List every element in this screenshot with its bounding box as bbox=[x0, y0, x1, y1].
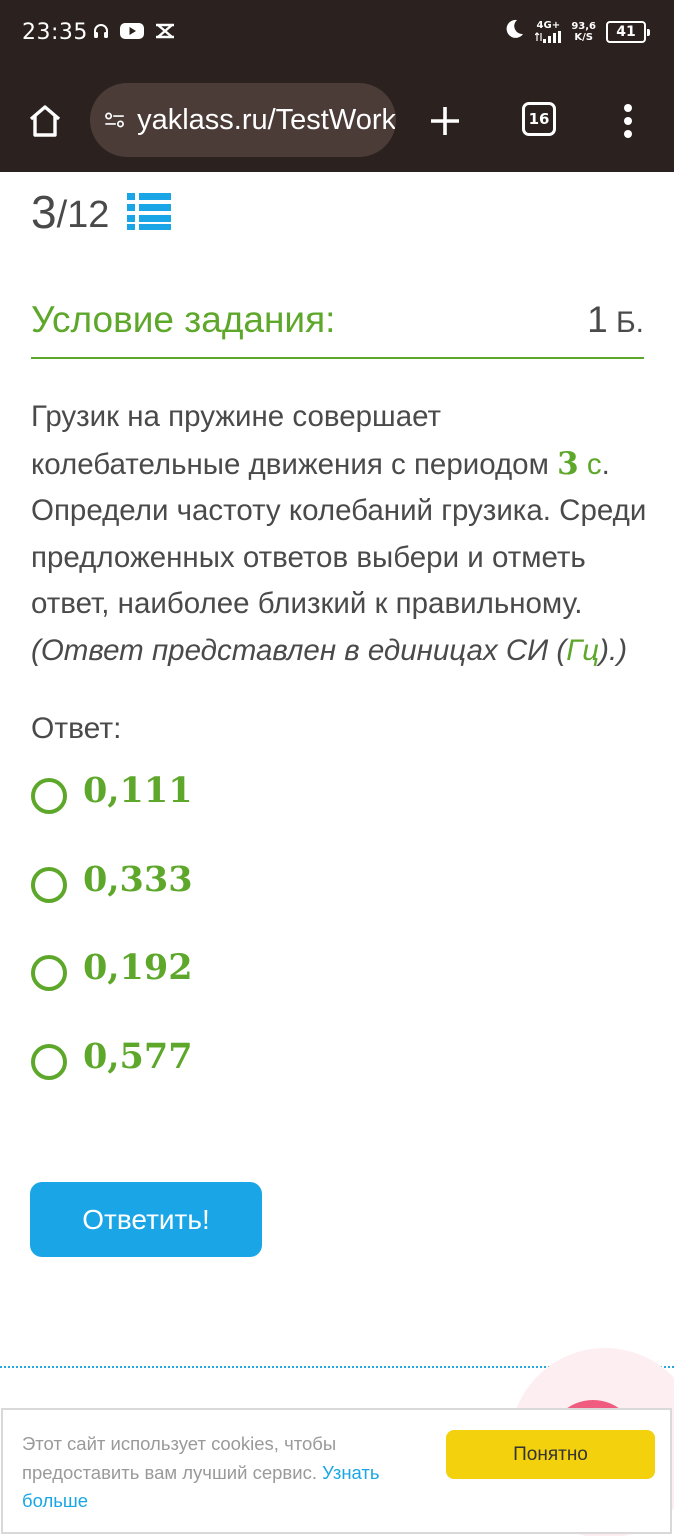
speed-value: 93,6 bbox=[571, 20, 596, 32]
battery-icon: 41 bbox=[606, 20, 650, 43]
period-unit: с bbox=[578, 447, 602, 481]
more-vert-icon bbox=[624, 104, 632, 138]
cookie-text: Этот сайт использует cookies, чтобы пред… bbox=[22, 1430, 422, 1516]
option-value[interactable]: 0,192 bbox=[83, 947, 193, 988]
question-list-icon[interactable] bbox=[127, 191, 172, 236]
answer-option[interactable]: 0,111 bbox=[31, 770, 193, 859]
task-points: 1 Б. bbox=[587, 299, 644, 341]
option-value[interactable]: 0,333 bbox=[83, 859, 193, 900]
signal-icon: 4G+ bbox=[535, 19, 562, 43]
unit-note-start: (Ответ представлен в единицах СИ ( bbox=[31, 633, 567, 667]
progress-total: /12 bbox=[56, 193, 110, 236]
option-value[interactable]: 0,111 bbox=[83, 770, 193, 811]
answer-option[interactable]: 0,577 bbox=[31, 1036, 193, 1125]
radio-button[interactable] bbox=[31, 955, 67, 991]
speed-unit: K/S bbox=[574, 31, 593, 43]
answer-options: 0,111 0,333 0,192 0,577 bbox=[31, 770, 193, 1124]
menu-button[interactable] bbox=[612, 98, 644, 144]
progress-current: 3 bbox=[31, 186, 57, 238]
system-icons: 4G+ 93,6 K/S 41 bbox=[503, 18, 650, 45]
notification-icons bbox=[92, 22, 176, 45]
tab-count: 16 bbox=[528, 110, 550, 128]
home-button[interactable] bbox=[22, 98, 68, 144]
address-bar[interactable]: yaklass.ru/TestWork bbox=[90, 83, 396, 157]
period-value: 3 bbox=[557, 445, 579, 482]
option-value[interactable]: 0,577 bbox=[83, 1036, 193, 1077]
headset-icon bbox=[92, 22, 110, 45]
tab-switcher-button[interactable]: 16 bbox=[522, 102, 556, 136]
home-icon bbox=[29, 105, 61, 137]
new-tab-button[interactable] bbox=[422, 98, 468, 144]
unit-note: (Ответ представлен в единицах СИ (Гц).) bbox=[31, 634, 627, 667]
status-time: 23:35 bbox=[22, 20, 88, 45]
youtube-icon bbox=[120, 22, 144, 45]
radio-button[interactable] bbox=[31, 778, 67, 814]
answer-option[interactable]: 0,192 bbox=[31, 947, 193, 1036]
capcut-icon bbox=[154, 22, 176, 45]
points-value: 1 bbox=[587, 299, 608, 340]
points-unit: Б. bbox=[607, 306, 644, 339]
browser-toolbar: yaklass.ru/TestWork 16 bbox=[0, 78, 674, 164]
cookie-banner: Этот сайт использует cookies, чтобы пред… bbox=[1, 1408, 672, 1534]
plus-icon bbox=[431, 107, 459, 135]
task-text-start: Грузик на пружине совершает колебательны… bbox=[31, 400, 558, 481]
task-header: Условие задания: 1 Б. bbox=[31, 297, 644, 359]
unit-note-unit: Гц bbox=[566, 633, 600, 667]
answer-option[interactable]: 0,333 bbox=[31, 859, 193, 948]
data-speed: 93,6 K/S bbox=[571, 21, 596, 43]
task-title: Условие задания: bbox=[31, 299, 336, 340]
answer-label: Ответ: bbox=[31, 712, 122, 745]
moon-icon bbox=[503, 18, 525, 45]
battery-level: 41 bbox=[616, 23, 636, 40]
task-text: Грузик на пружине совершает колебательны… bbox=[31, 394, 651, 674]
cookie-accept-button[interactable]: Понятно bbox=[446, 1430, 655, 1479]
site-settings-icon[interactable] bbox=[104, 106, 125, 134]
unit-note-end: ).) bbox=[599, 633, 628, 667]
url-text: yaklass.ru/TestWork bbox=[137, 103, 396, 136]
question-progress: 3 /12 bbox=[31, 185, 172, 239]
cookie-message: Этот сайт использует cookies, чтобы пред… bbox=[22, 1433, 337, 1483]
status-bar: 23:35 4G+ 93,6 K/S 41 bbox=[0, 0, 674, 68]
radio-button[interactable] bbox=[31, 866, 67, 903]
radio-button[interactable] bbox=[31, 1043, 67, 1080]
network-type: 4G+ bbox=[536, 19, 561, 31]
submit-button[interactable]: Ответить! bbox=[30, 1182, 262, 1257]
